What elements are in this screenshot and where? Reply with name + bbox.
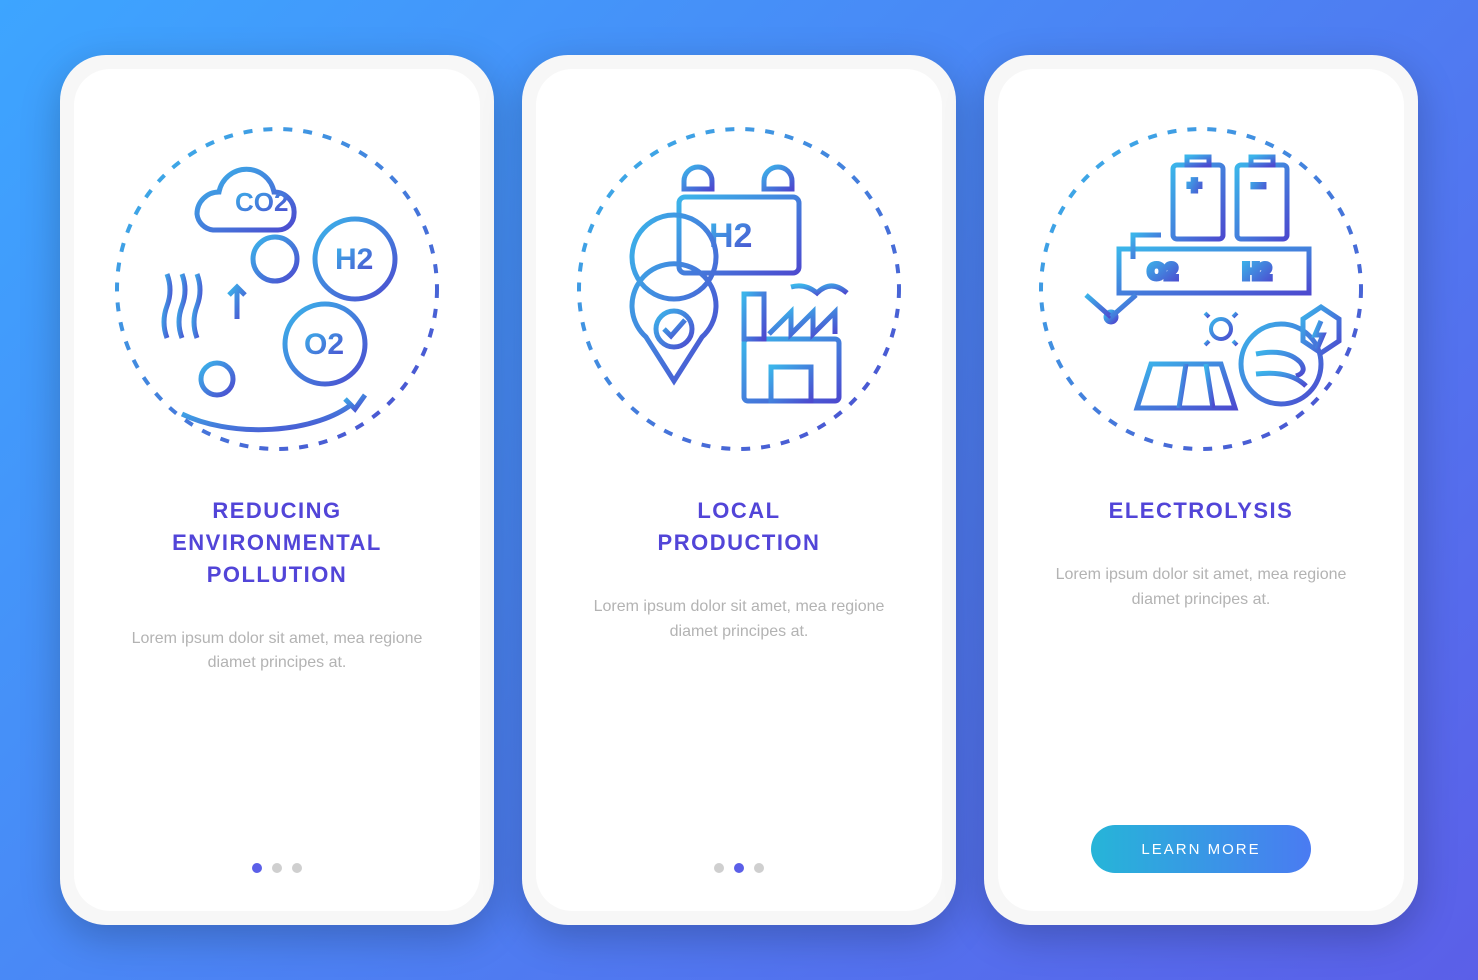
phone-mockup-1: CO2 H2 O2 bbox=[60, 55, 494, 925]
pollution-icon: CO2 H2 O2 bbox=[107, 119, 447, 459]
svg-text:O2: O2 bbox=[304, 328, 344, 361]
svg-text:−: − bbox=[1252, 173, 1265, 198]
screen-title: REDUCINGENVIRONMENTALPOLLUTION bbox=[172, 495, 382, 591]
learn-more-button[interactable]: LEARN MORE bbox=[1091, 825, 1311, 873]
svg-text:H2: H2 bbox=[1243, 259, 1271, 284]
svg-text:+: + bbox=[1188, 173, 1201, 198]
page-dots bbox=[714, 863, 764, 873]
svg-text:H2: H2 bbox=[335, 243, 373, 276]
screen-title: ELECTROLYSIS bbox=[1109, 495, 1294, 527]
phone-mockup-3: + − O2 H2 bbox=[984, 55, 1418, 925]
screen-body: Lorem ipsum dolor sit amet, mea regione … bbox=[98, 627, 456, 677]
screen-title: LOCALPRODUCTION bbox=[658, 495, 821, 559]
dot-2[interactable] bbox=[272, 863, 282, 873]
onboarding-screen-3: + − O2 H2 bbox=[998, 69, 1404, 911]
onboarding-screen-1: CO2 H2 O2 bbox=[74, 69, 480, 911]
dot-2[interactable] bbox=[734, 863, 744, 873]
electrolysis-icon: + − O2 H2 bbox=[1031, 119, 1371, 459]
page-dots bbox=[252, 863, 302, 873]
onboarding-screen-2: H2 LOCALPRODUCTION Lorem ipsum dolor sit… bbox=[536, 69, 942, 911]
screen-body: Lorem ipsum dolor sit amet, mea regione … bbox=[1022, 563, 1380, 613]
svg-text:O2: O2 bbox=[1148, 259, 1177, 284]
dot-3[interactable] bbox=[754, 863, 764, 873]
dot-3[interactable] bbox=[292, 863, 302, 873]
svg-text:CO2: CO2 bbox=[235, 187, 288, 217]
local-production-icon: H2 bbox=[569, 119, 909, 459]
dot-1[interactable] bbox=[714, 863, 724, 873]
screen-body: Lorem ipsum dolor sit amet, mea regione … bbox=[560, 595, 918, 645]
dot-1[interactable] bbox=[252, 863, 262, 873]
phone-mockup-2: H2 LOCALPRODUCTION Lorem ipsum dolor sit… bbox=[522, 55, 956, 925]
